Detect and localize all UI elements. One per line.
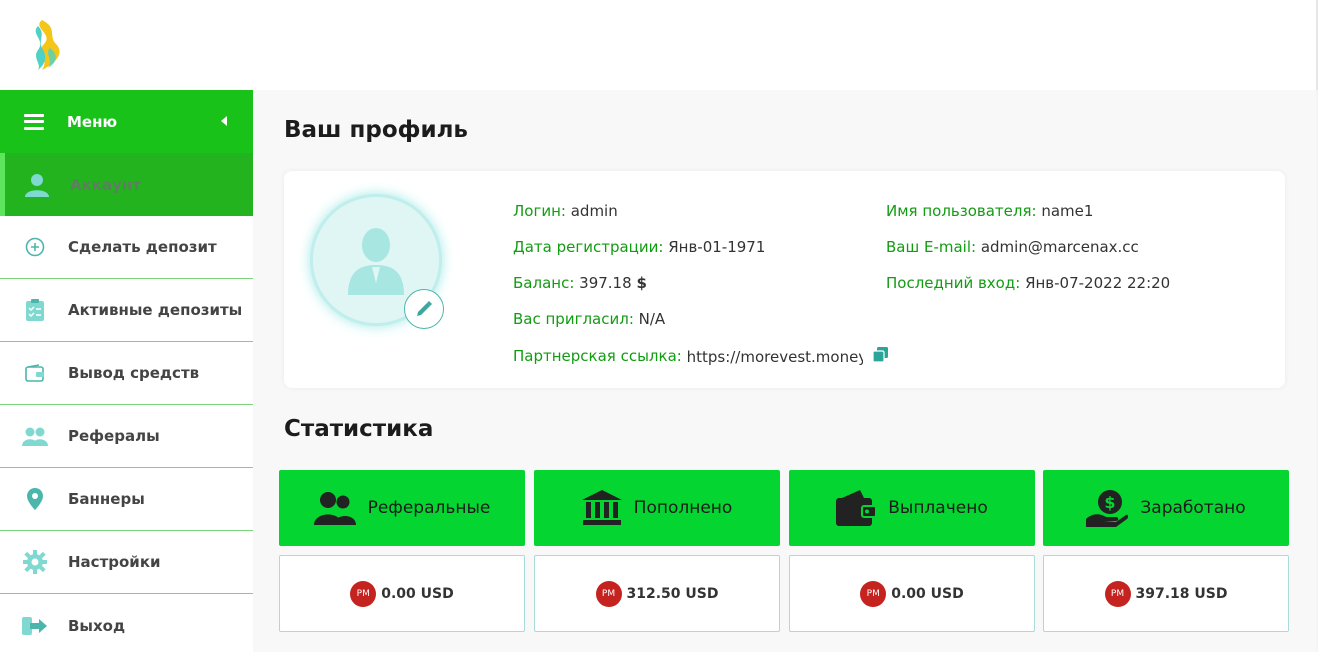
pm-badge: PM — [595, 580, 622, 607]
stat-value-earned: PM 397.18 USD — [1043, 555, 1289, 632]
sidebar-item-label: Активные депозиты — [68, 301, 243, 319]
stat-card-referral: Реферальные — [279, 470, 525, 546]
stat-card-label: Реферальные — [367, 498, 491, 518]
stat-card-paid: Выплачено — [789, 470, 1035, 546]
sidebar-item-referrals[interactable]: Рефералы — [0, 405, 253, 468]
edit-avatar-button[interactable] — [404, 289, 444, 329]
sidebar-item-label: Аккаунт — [70, 175, 141, 194]
sidebar-item-active-deposits[interactable]: Активные депозиты — [0, 279, 253, 342]
gear-icon — [22, 549, 48, 575]
sidebar-item-label: Баннеры — [68, 490, 145, 508]
logo[interactable] — [28, 18, 68, 72]
stat-value: 0.00 USD — [891, 585, 964, 602]
last-login-value: Янв-07-2022 22:20 — [1025, 274, 1171, 292]
sidebar-item-settings[interactable]: Настройки — [0, 531, 253, 594]
user-icon — [24, 172, 50, 198]
sidebar-item-withdraw[interactable]: Вывод средств — [0, 342, 253, 405]
invited-value: N/A — [638, 310, 666, 328]
money-hand-icon: $ — [1086, 489, 1129, 527]
stats-title: Статистика — [284, 416, 434, 442]
sidebar-item-label: Настройки — [68, 553, 161, 571]
stat-card-label: Заработано — [1140, 498, 1246, 518]
username-row: Имя пользователя: name1 — [886, 202, 1093, 220]
registration-label: Дата регистрации: — [513, 238, 664, 256]
sidebar-item-label: Рефералы — [68, 427, 160, 445]
referral-link-label: Партнерская ссылка: — [513, 347, 682, 365]
stat-value: 312.50 USD — [626, 585, 719, 602]
invited-row: Вас пригласил: N/A — [513, 310, 665, 328]
main-content: Ваш профиль Логин: admin Дата регистраци… — [253, 90, 1316, 652]
sidebar: Меню Аккаунт Сделать депозит Активные де… — [0, 90, 253, 652]
email-label: Ваш E-mail: — [886, 238, 977, 256]
profile-card: Логин: admin Дата регистрации: Янв-01-19… — [284, 171, 1285, 388]
pm-badge: PM — [1104, 580, 1131, 607]
last-login-row: Последний вход: Янв-07-2022 22:20 — [886, 274, 1170, 292]
stat-value-paid: PM 0.00 USD — [789, 555, 1035, 632]
sidebar-item-logout[interactable]: Выход — [0, 594, 253, 652]
stat-value: 397.18 USD — [1135, 585, 1228, 602]
top-bar — [0, 0, 1318, 90]
login-label: Логин: — [513, 202, 566, 220]
balance-value: 397.18 — [579, 274, 632, 292]
referral-link-value[interactable]: https://morevest.money/?ref=admin — [687, 348, 863, 366]
hamburger-icon[interactable] — [24, 113, 44, 130]
sidebar-item-label: Сделать депозит — [68, 238, 217, 256]
map-pin-icon — [22, 486, 48, 512]
dollar-icon: $ — [636, 274, 647, 292]
svg-text:$: $ — [1105, 493, 1116, 512]
plus-circle-icon — [22, 234, 48, 260]
registration-value: Янв-01-1971 — [668, 238, 766, 256]
stat-value: 0.00 USD — [381, 585, 454, 602]
email-value: admin@marcenax.cc — [980, 238, 1139, 256]
balance-label: Баланс: — [513, 274, 575, 292]
stat-card-label: Пополнено — [633, 498, 733, 518]
login-row: Логин: admin — [513, 202, 618, 220]
username-value: name1 — [1041, 202, 1094, 220]
sidebar-item-banners[interactable]: Баннеры — [0, 468, 253, 531]
stat-card-earned: $ Заработано — [1043, 470, 1289, 546]
last-login-label: Последний вход: — [886, 274, 1021, 292]
wallet-icon — [836, 490, 877, 526]
menu-header[interactable]: Меню — [0, 90, 253, 153]
collapse-arrow-icon[interactable] — [221, 116, 227, 126]
username-label: Имя пользователя: — [886, 202, 1037, 220]
registration-row: Дата регистрации: Янв-01-1971 — [513, 238, 765, 256]
user-placeholder-icon — [348, 228, 404, 295]
sidebar-item-deposit[interactable]: Сделать депозит — [0, 216, 253, 279]
invited-label: Вас пригласил: — [513, 310, 634, 328]
stat-card-deposited: Пополнено — [534, 470, 780, 546]
pm-badge: PM — [860, 580, 887, 607]
menu-label: Меню — [67, 112, 118, 131]
referral-link-row: Партнерская ссылка: https://morevest.mon… — [513, 347, 889, 366]
page-title: Ваш профиль — [284, 117, 468, 143]
sidebar-item-account[interactable]: Аккаунт — [0, 153, 253, 216]
stat-value-referral: PM 0.00 USD — [279, 555, 525, 632]
users-icon — [22, 423, 48, 449]
sidebar-item-label: Вывод средств — [68, 364, 200, 382]
logout-icon — [22, 613, 48, 639]
clipboard-icon — [22, 297, 48, 323]
balance-row: Баланс: 397.18 $ — [513, 274, 647, 292]
users-icon — [313, 491, 356, 525]
stat-card-label: Выплачено — [888, 498, 988, 518]
sidebar-item-label: Выход — [68, 616, 126, 635]
pencil-icon — [417, 301, 432, 316]
stat-value-deposited: PM 312.50 USD — [534, 555, 780, 632]
wallet-icon — [22, 360, 48, 386]
flame-logo-icon — [35, 20, 60, 70]
pm-badge: PM — [350, 580, 377, 607]
copy-icon[interactable] — [872, 347, 889, 366]
login-value: admin — [570, 202, 618, 220]
bank-icon — [581, 490, 622, 526]
email-row: Ваш E-mail: admin@marcenax.cc — [886, 238, 1139, 256]
